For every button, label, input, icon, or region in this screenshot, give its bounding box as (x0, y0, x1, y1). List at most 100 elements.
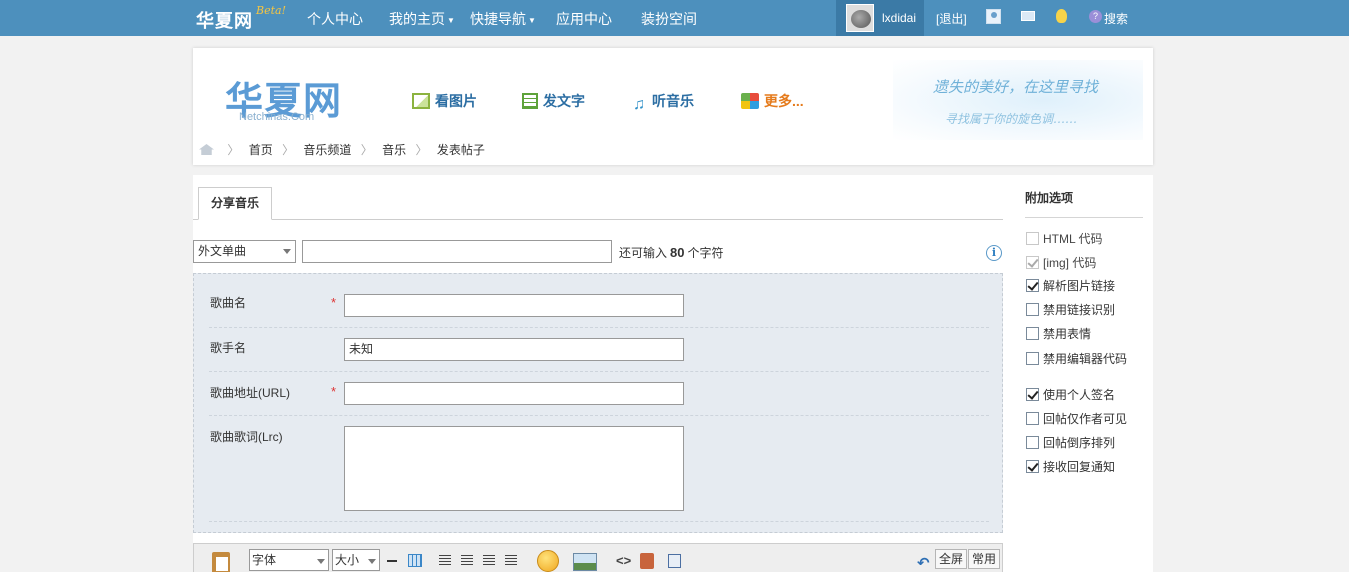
song-url-input[interactable] (344, 382, 684, 405)
song-name-label: 歌曲名 (210, 296, 247, 310)
music-fields-box: 歌曲名 * 歌手名 未知 歌曲地址(URL) * 歌曲歌词(Lrc) (193, 273, 1003, 533)
header-banner (893, 60, 1143, 140)
picture-icon (412, 93, 430, 109)
site-logo-small[interactable]: 华夏网 (196, 7, 253, 33)
lyrics-textarea[interactable] (344, 426, 684, 511)
nav-app-center[interactable]: 应用中心 (556, 9, 612, 29)
username-link[interactable]: lxdidai (882, 11, 916, 25)
checkbox[interactable] (1026, 303, 1039, 316)
checkbox[interactable] (1026, 327, 1039, 340)
notification-bulb-icon[interactable] (1056, 9, 1067, 23)
smiley-icon[interactable] (537, 550, 559, 572)
category-music[interactable]: ♫ 听音乐 (633, 91, 694, 113)
breadcrumb-home[interactable]: 首页 (249, 143, 273, 157)
align-left-text-icon[interactable] (461, 555, 473, 566)
lyrics-row: 歌曲歌词(Lrc) (209, 416, 989, 522)
singer-label: 歌手名 (210, 341, 247, 355)
align-right-icon[interactable] (505, 555, 517, 566)
nav-personal-center[interactable]: 个人中心 (307, 9, 363, 29)
option-disable-editor-code[interactable]: 禁用编辑器代码 (1026, 350, 1127, 367)
mail-icon[interactable] (1021, 11, 1035, 21)
option-disable-link-detect[interactable]: 禁用链接识别 (1026, 301, 1115, 318)
category-text[interactable]: 发文字 (522, 91, 585, 111)
checkbox[interactable] (1026, 256, 1039, 269)
font-family-select[interactable]: 字体 (249, 549, 329, 571)
option-use-signature[interactable]: 使用个人签名 (1026, 386, 1115, 403)
image-icon[interactable] (573, 553, 597, 571)
nav-dress-space[interactable]: 装扮空间 (641, 9, 697, 29)
singer-row: 歌手名 未知 (209, 328, 989, 372)
breadcrumb-music[interactable]: 音乐 (382, 143, 406, 157)
option-reverse-order[interactable]: 回帖倒序排列 (1026, 434, 1115, 451)
breadcrumb-separator: 〉 (282, 143, 295, 157)
option-reply-notify[interactable]: 接收回复通知 (1026, 458, 1115, 475)
option-img-code[interactable]: [img] 代码 (1026, 254, 1096, 271)
subject-input[interactable] (302, 240, 612, 263)
undo-icon[interactable]: ↶ (917, 554, 930, 572)
editor-toolbar: 字体 大小 <> ↶ 全屏 常用 (193, 543, 1003, 572)
top-nav-bar: 华夏网 Beta! 个人中心 我的主页 ▼ 快捷导航 ▼ 应用中心 装扮空间 lxd… (0, 0, 1349, 36)
song-name-row: 歌曲名 * (209, 283, 989, 328)
breadcrumb-separator: 〉 (360, 143, 373, 157)
required-mark: * (331, 384, 337, 399)
common-button[interactable]: 常用 (968, 549, 1001, 569)
checkbox[interactable] (1026, 232, 1039, 245)
category-more[interactable]: 更多... (741, 91, 804, 111)
checkbox[interactable] (1026, 279, 1039, 292)
chevron-down-icon (317, 559, 325, 564)
quote-icon[interactable] (640, 553, 654, 569)
site-header: 华夏网 Netchinas.Com 看图片 发文字 ♫ 听音乐 更多... 遗失的… (193, 48, 1153, 165)
checkbox[interactable] (1026, 436, 1039, 449)
option-disable-smilies[interactable]: 禁用表情 (1026, 325, 1091, 342)
post-form-panel: 分享音乐 外文单曲 还可输入 80 个字符 i 歌曲名 * 歌手名 未知 歌曲地址(… (193, 175, 1153, 572)
banner-text-1: 遗失的美好，在这里寻找 (933, 78, 1099, 96)
horizontal-rule-icon[interactable] (387, 560, 397, 562)
page-icon[interactable] (668, 554, 681, 568)
song-name-input[interactable] (344, 294, 684, 317)
checkbox[interactable] (1026, 412, 1039, 425)
song-url-label: 歌曲地址(URL) (210, 386, 290, 400)
checkbox[interactable] (1026, 460, 1039, 473)
option-parse-image-links[interactable]: 解析图片链接 (1026, 277, 1115, 294)
beta-badge: Beta! (256, 4, 286, 17)
code-icon[interactable]: <> (616, 553, 631, 568)
breadcrumb-music-channel[interactable]: 音乐频道 (303, 143, 351, 157)
align-center-icon[interactable] (483, 555, 495, 566)
search-icon[interactable]: ? (1089, 10, 1102, 23)
font-size-select[interactable]: 大小 (332, 549, 380, 571)
chevron-down-icon (368, 559, 376, 564)
avatar[interactable] (846, 4, 874, 32)
table-icon[interactable] (408, 554, 422, 567)
align-left-icon[interactable] (439, 555, 451, 566)
breadcrumb-separator: 〉 (227, 143, 240, 157)
chevron-down-icon (283, 249, 291, 254)
grid-icon (741, 93, 759, 109)
nav-quick-nav[interactable]: 快捷导航 ▼ (470, 9, 536, 29)
breadcrumb-current: 发表帖子 (436, 143, 485, 157)
chevron-down-icon: ▼ (447, 15, 455, 25)
extra-options-title: 附加选项 (1025, 191, 1074, 205)
music-type-select[interactable]: 外文单曲 (193, 240, 296, 263)
checkbox[interactable] (1026, 352, 1039, 365)
options-divider (1025, 217, 1143, 218)
home-icon[interactable] (199, 144, 214, 155)
logout-link[interactable]: [退出] (936, 10, 967, 27)
required-mark: * (331, 295, 337, 310)
profile-icon[interactable] (986, 9, 1001, 24)
paste-icon[interactable] (212, 552, 230, 572)
fullscreen-button[interactable]: 全屏 (935, 549, 968, 569)
nav-my-home[interactable]: 我的主页 ▼ (389, 9, 455, 29)
category-pictures[interactable]: 看图片 (412, 91, 477, 111)
checkbox[interactable] (1026, 388, 1039, 401)
option-reply-author-only[interactable]: 回帖仅作者可见 (1026, 410, 1127, 427)
tab-share-music[interactable]: 分享音乐 (198, 187, 272, 220)
search-link[interactable]: 搜索 (1104, 10, 1128, 27)
tab-divider (193, 219, 1003, 220)
singer-input[interactable]: 未知 (344, 338, 684, 361)
breadcrumb-separator: 〉 (415, 143, 428, 157)
info-icon[interactable]: i (986, 245, 1002, 261)
music-note-icon: ♫ (633, 96, 645, 113)
banner-text-2: 寻找属于你的旋色调…… (945, 112, 1078, 126)
chevron-down-icon: ▼ (528, 15, 536, 25)
option-html-code[interactable]: HTML 代码 (1026, 230, 1103, 247)
